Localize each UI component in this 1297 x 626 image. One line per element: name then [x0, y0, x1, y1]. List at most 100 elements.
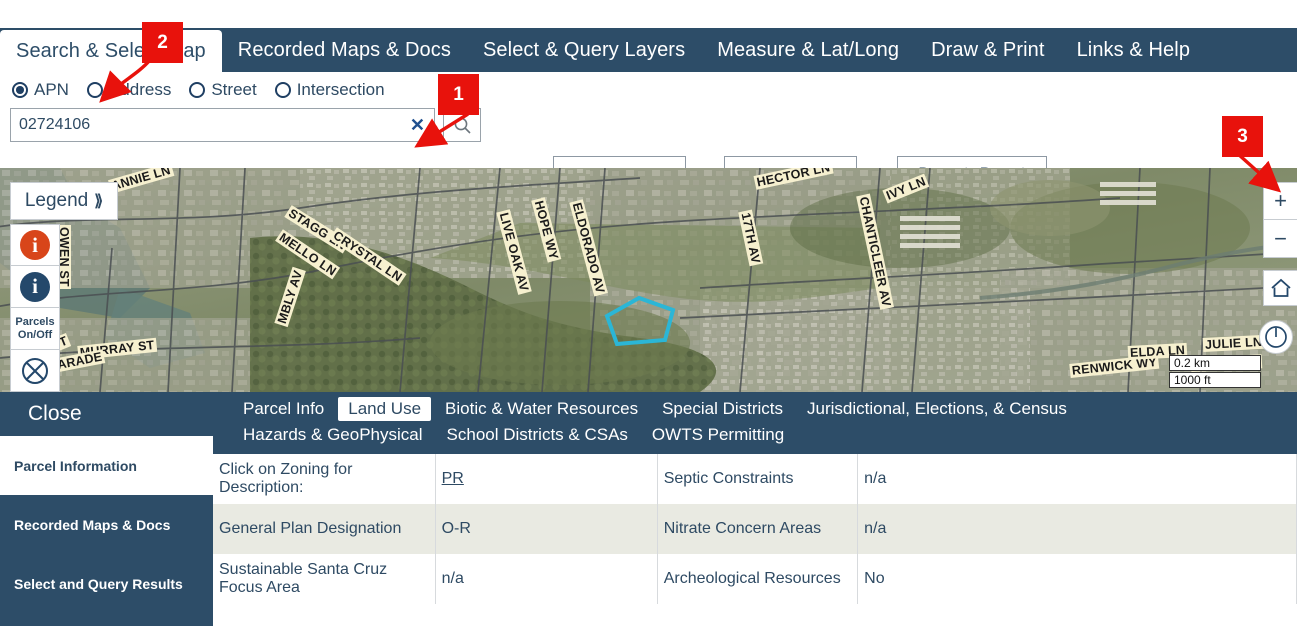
- radio-dot-icon: [189, 82, 205, 98]
- attribute-value: n/a: [435, 554, 657, 604]
- radio-dot-icon: [275, 82, 291, 98]
- radio-label: Street: [211, 80, 256, 100]
- tab-label: Select & Query Layers: [483, 39, 685, 62]
- sidebar-item-label: Select and Query Results: [14, 576, 183, 592]
- subtab-special-districts[interactable]: Special Districts: [652, 397, 793, 421]
- sidebar-item-select-query-results[interactable]: Select and Query Results: [0, 554, 213, 613]
- main-nav: Search & Select Map Recorded Maps & Docs…: [0, 28, 1297, 72]
- results-panel: Close Parcel Information Recorded Maps &…: [0, 392, 1297, 626]
- attribute-value: No: [858, 554, 1297, 604]
- minus-icon: −: [1274, 228, 1287, 250]
- sidebar-item-label: Parcel Information: [14, 458, 137, 474]
- identify-blue-button[interactable]: i: [10, 266, 60, 308]
- search-panel: APN Address Street Intersection ✕ Se: [0, 72, 1297, 168]
- tab-label: Recorded Maps & Docs: [238, 39, 451, 62]
- power-icon: [1264, 325, 1288, 349]
- map-aerial-imagery: [0, 168, 1297, 392]
- radio-label: Address: [109, 80, 171, 100]
- attribute-label: General Plan Designation: [213, 504, 435, 554]
- sidebar-item-recorded-maps-docs[interactable]: Recorded Maps & Docs: [0, 495, 213, 554]
- top-strip: [0, 0, 1297, 28]
- attribute-label: Nitrate Concern Areas: [657, 504, 857, 554]
- close-panel-button[interactable]: Close: [0, 392, 213, 436]
- info-icon: i: [20, 272, 50, 302]
- legend-label: Legend: [25, 190, 88, 212]
- tab-label: Draw & Print: [931, 39, 1044, 62]
- tab-links-help[interactable]: Links & Help: [1061, 28, 1206, 72]
- tab-draw-print[interactable]: Draw & Print: [915, 28, 1060, 72]
- clear-input-icon[interactable]: ✕: [410, 116, 425, 134]
- parcel-attributes-table: Click on Zoning for Description: PR Septic…: [213, 454, 1297, 604]
- search-type-radio-group: APN Address Street Intersection: [0, 72, 1297, 100]
- attribute-label: Archeological Resources: [657, 554, 857, 604]
- attribute-label: Sustainable Santa Cruz Focus Area: [213, 554, 435, 604]
- scale-km: 0.2 km: [1169, 355, 1261, 371]
- chevron-right-double-icon: ⟫: [94, 191, 103, 211]
- parcels-toggle-button[interactable]: Parcels On/Off: [10, 308, 60, 350]
- tab-measure-lat-long[interactable]: Measure & Lat/Long: [701, 28, 915, 72]
- home-extent-button[interactable]: [1263, 270, 1297, 306]
- tab-recorded-maps-docs[interactable]: Recorded Maps & Docs: [222, 28, 467, 72]
- sidebar-item-label: Recorded Maps & Docs: [14, 517, 170, 533]
- identify-orange-button[interactable]: i: [10, 224, 60, 266]
- subtab-owts-permitting[interactable]: OWTS Permitting: [642, 423, 794, 447]
- zoom-in-button[interactable]: +: [1263, 182, 1297, 220]
- sidebar-item-parcel-information[interactable]: Parcel Information: [0, 436, 213, 495]
- circle-x-icon: [20, 356, 50, 386]
- attribute-value: n/a: [858, 454, 1297, 504]
- radio-address[interactable]: Address: [87, 80, 171, 100]
- map-zoom-controls: + −: [1263, 182, 1297, 258]
- results-subtabs: Parcel InfoLand UseBiotic & Water Resour…: [213, 396, 1297, 448]
- clear-selection-button[interactable]: [10, 350, 60, 392]
- parcels-toggle-line-2: On/Off: [18, 329, 52, 341]
- zoning-link[interactable]: PR: [442, 470, 464, 487]
- map-viewport[interactable]: ANNIE LNOWEN STSTAGG LNMELLO LNCRYSTAL L…: [0, 168, 1297, 392]
- radio-street[interactable]: Street: [189, 80, 256, 100]
- tab-label: Measure & Lat/Long: [717, 39, 899, 62]
- home-icon: [1270, 278, 1292, 298]
- table-row: Sustainable Santa Cruz Focus Arean/aArch…: [213, 554, 1297, 604]
- tab-select-query-layers[interactable]: Select & Query Layers: [467, 28, 701, 72]
- table-row: General Plan DesignationO-RNitrate Conce…: [213, 504, 1297, 554]
- subtab-jurisdictional-elections-census[interactable]: Jurisdictional, Elections, & Census: [797, 397, 1077, 421]
- info-icon: i: [20, 230, 50, 260]
- radio-intersection[interactable]: Intersection: [275, 80, 385, 100]
- radio-dot-icon: [87, 82, 103, 98]
- subtab-hazards-geophysical[interactable]: Hazards & GeoPhysical: [233, 423, 433, 447]
- results-sidebar: Close Parcel Information Recorded Maps &…: [0, 392, 213, 626]
- scale-ft: 1000 ft: [1169, 372, 1261, 388]
- map-power-button[interactable]: [1259, 320, 1293, 354]
- zoom-out-button[interactable]: −: [1263, 220, 1297, 258]
- legend-button[interactable]: Legend ⟫: [10, 182, 118, 220]
- search-input[interactable]: [10, 108, 435, 142]
- search-icon: [453, 116, 472, 135]
- search-input-wrapper: ✕: [10, 108, 435, 142]
- subtab-biotic-water-resources[interactable]: Biotic & Water Resources: [435, 397, 648, 421]
- subtab-land-use[interactable]: Land Use: [338, 397, 431, 421]
- radio-dot-icon: [12, 82, 28, 98]
- radio-label: APN: [34, 80, 69, 100]
- table-row: Click on Zoning for Description: PR Septic…: [213, 454, 1297, 504]
- attribute-value[interactable]: PR: [435, 454, 657, 504]
- tab-search-select-map[interactable]: Search & Select Map: [0, 30, 222, 72]
- annotation-badge-3: 3: [1222, 116, 1263, 157]
- parcels-toggle-line-1: Parcels: [15, 316, 54, 328]
- subtab-school-districts-csas[interactable]: School Districts & CSAs: [437, 423, 638, 447]
- attribute-value: O-R: [435, 504, 657, 554]
- close-label: Close: [28, 402, 82, 426]
- tab-label: Links & Help: [1077, 39, 1190, 62]
- search-input-row: ✕: [0, 100, 1297, 142]
- attribute-label: Click on Zoning for Description:: [213, 454, 435, 504]
- map-scale-bar: 0.2 km 1000 ft: [1169, 354, 1261, 388]
- attribute-value: n/a: [858, 504, 1297, 554]
- subtab-parcel-info[interactable]: Parcel Info: [233, 397, 334, 421]
- results-subtabs-bar: Parcel InfoLand UseBiotic & Water Resour…: [213, 392, 1297, 454]
- results-content: Parcel InfoLand UseBiotic & Water Resour…: [213, 392, 1297, 626]
- annotation-badge-1: 1: [438, 74, 479, 115]
- map-tool-column: i i Parcels On/Off: [10, 224, 60, 392]
- radio-label: Intersection: [297, 80, 385, 100]
- attribute-label: Septic Constraints: [657, 454, 857, 504]
- radio-apn[interactable]: APN: [12, 80, 69, 100]
- annotation-badge-2: 2: [142, 22, 183, 63]
- plus-icon: +: [1274, 190, 1287, 212]
